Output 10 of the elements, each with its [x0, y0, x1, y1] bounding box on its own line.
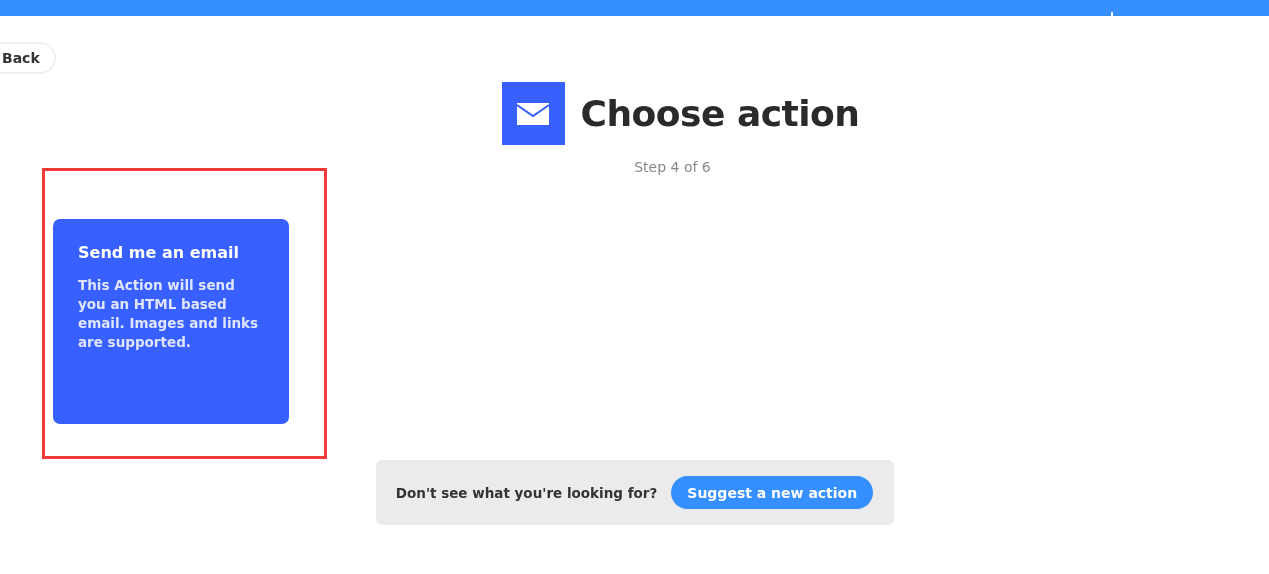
- page-title: Choose action: [580, 93, 860, 134]
- top-bar-mark: [1111, 12, 1113, 16]
- back-button[interactable]: Back: [0, 42, 56, 74]
- action-description: This Action will send you an HTML based email. Images and links are supported.: [78, 276, 260, 352]
- action-title: Send me an email: [78, 243, 240, 262]
- envelope-icon: [501, 82, 565, 145]
- suggestion-prompt: Don't see what you're looking for?: [395, 484, 658, 501]
- suggest-action-button[interactable]: Suggest a new action: [671, 476, 874, 509]
- step-indicator: Step 4 of 6: [633, 159, 712, 175]
- action-card[interactable]: Send me an email This Action will send you an HTML based email. Images and links are supported.: [53, 219, 289, 424]
